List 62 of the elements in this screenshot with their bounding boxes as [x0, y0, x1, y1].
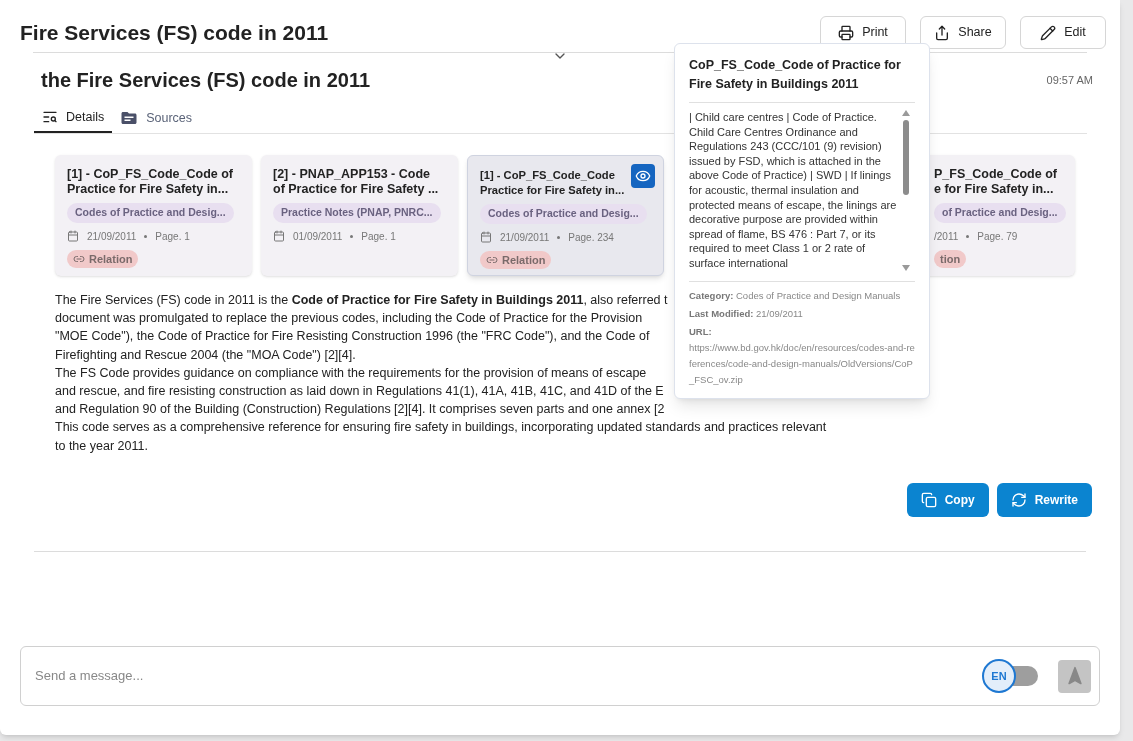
edit-button[interactable]: Edit: [1020, 16, 1106, 49]
message-field[interactable]: Send a message... EN: [20, 646, 1100, 706]
source-page: Page. 1: [361, 229, 396, 244]
popover-title: CoP_FS_Code_Code of Practice for Fire Safety in Buildings 2011: [689, 56, 915, 103]
send-button[interactable]: [1058, 659, 1091, 693]
folder-icon: [120, 109, 139, 127]
answer-line: and Regulation 90 of the Building (Construction) Regulations [2][4]. It comprises seven parts and one annex [2: [55, 401, 666, 419]
answer-line: to the year 2011.: [55, 437, 149, 455]
page-title: Fire Services (FS) code in 2011: [20, 19, 329, 46]
tab[interactable]: Details: [34, 103, 113, 133]
relation-tag: Relation: [480, 250, 552, 270]
answer-line: "MOE Code"), the Code of Practice for Fire Resisting Construction 1996 (the "FRC Code"), and the Code of: [55, 328, 651, 346]
source-date: 21/09/2011: [87, 229, 137, 244]
detail-text: URL: https://www.bd.gov.hk/doc/en/resources/codes-and-references/code-and-design-manuals/OldVersions/CoP_FSC_ov.zip: [689, 324, 915, 387]
message-time: 09:57 AM: [1046, 72, 1093, 88]
calendar-icon: [480, 231, 492, 244]
source-title: [1] - CoP_FS_Code_Code of Practice for Fire Safety in...: [67, 167, 234, 197]
answer-line: document was promulgated to replace the previous codes, including the Code of Practice for the Provision: [55, 310, 644, 328]
copy-button[interactable]: Copy: [906, 482, 989, 517]
details-icon: [42, 109, 58, 125]
source-title: [2] - PNAP_APP153 - Code of Practice for Fire Safety ...: [273, 167, 440, 197]
rewrite-button[interactable]: Rewrite: [996, 482, 1092, 517]
link-icon: [73, 253, 85, 265]
share-icon: [934, 24, 951, 41]
scroll-up-icon[interactable]: [902, 110, 910, 116]
category-tag: of Practice and Desig...: [934, 203, 1066, 223]
answer-line: The FS Code provides guidance on compliance with the requirements for the provision of means of escape: [55, 364, 648, 382]
answer-line: and rescue, and fire resisting construction as laid down in Regulations 41(1), 41A, 41B, 41C, and 41D of the E: [55, 383, 665, 400]
pencil-icon: [1040, 24, 1057, 41]
source-card[interactable]: [1] - CoP_FS_Code_Code of Practice for Fire Safety in... Codes of Practice and Desig... 21/09/2011 Page. 1 Relation: [55, 155, 252, 276]
source-card[interactable]: [2] - PNAP_APP153 - Code of Practice for Fire Safety ... Practice Notes (PNAP, PNRC... 01/09/2011 Page. 1: [261, 155, 458, 276]
source-date: /2011: [934, 229, 959, 244]
relation-tag: tion: [934, 249, 967, 269]
source-page: Page. 1: [155, 229, 190, 244]
tab[interactable]: Sources: [112, 103, 201, 133]
eye-icon: [635, 168, 651, 184]
source-page: Page. 79: [977, 229, 1018, 244]
source-date: 21/09/2011: [500, 230, 550, 245]
refresh-icon: [1010, 491, 1027, 508]
category-tag: Practice Notes (PNAP, PNRC...: [273, 203, 441, 223]
answer-line: The Fire Services (FS) code in 2011 is the Code of Practice for Fire Safety in Buildings 2011, also referred t: [55, 292, 669, 309]
answer-line: This code serves as a comprehensive reference for ensuring fire safety in buildings, incorporating updated standards and practices relevant: [55, 419, 828, 437]
scroll-down-icon[interactable]: [902, 264, 910, 271]
detail-text: Last Modified: 21/09/2011: [689, 306, 804, 321]
link-icon: [486, 254, 498, 266]
answer-line: Firefighting and Rescue 2004 (the "MOA Code") [2][4].: [55, 346, 357, 364]
calendar-icon: [273, 230, 285, 243]
scrollbar[interactable]: [901, 110, 911, 271]
source-card[interactable]: [1] - CoP_FS_Code_Code Practice for Fire Safety in... Codes of Practice and Desig... 21/09/2011 Page. 234 Relation: [467, 155, 664, 276]
eye-button[interactable]: [631, 164, 655, 188]
source-title: P_FS_Code_Code of e for Fire Safety in...: [934, 167, 1058, 197]
category-tag: Codes of Practice and Desig...: [67, 203, 234, 223]
printer-icon: [838, 24, 855, 41]
relation-tag: Relation: [67, 249, 139, 269]
copy-icon: [920, 491, 937, 508]
message-title: the Fire Services (FS) code in 2011: [41, 68, 371, 93]
source-date: 01/09/2011: [293, 229, 343, 244]
detail-text: Category: Codes of Practice and Design Manuals: [689, 288, 902, 303]
calendar-icon: [67, 230, 79, 243]
category-tag: Codes of Practice and Desig...: [480, 204, 647, 224]
source-title: [1] - CoP_FS_Code_Code Practice for Fire Safety in...: [480, 168, 626, 198]
source-page: Page. 234: [568, 230, 614, 245]
